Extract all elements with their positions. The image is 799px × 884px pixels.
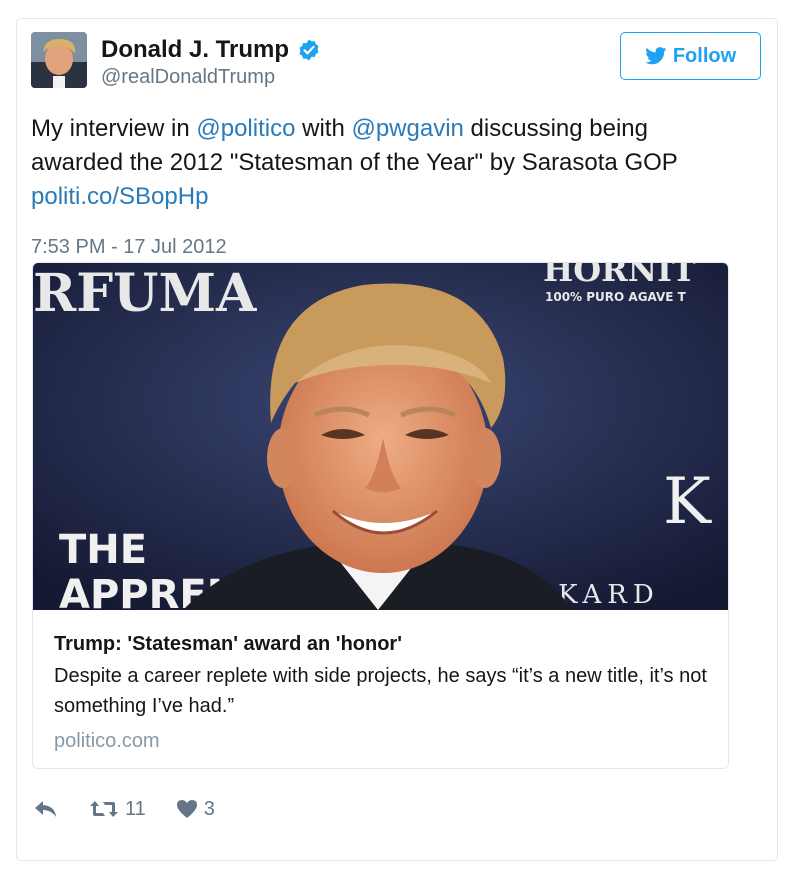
follow-button-label: Follow <box>672 44 737 67</box>
preview-title[interactable]: Trump: 'Statesman' award an 'honor' <box>54 631 714 657</box>
tweet-link[interactable]: politi.co/SBopHp <box>31 183 208 210</box>
preview-description: Despite a career replete with side proje… <box>54 665 707 717</box>
reply-icon <box>35 801 56 817</box>
tweet-timestamp[interactable]: 7:53 PM - 17 Jul 2012 <box>31 236 227 259</box>
display-name[interactable]: Donald J. Trump <box>101 36 289 64</box>
mention-pwgavin[interactable]: @pwgavin <box>351 115 463 142</box>
preview-body: Trump: 'Statesman' award an 'honor' Desp… <box>54 631 714 755</box>
mention-politico[interactable]: @politico <box>196 115 295 142</box>
photo-text-perfumania: RFUMA <box>33 263 257 324</box>
user-handle[interactable]: @realDonaldTrump <box>101 66 321 89</box>
tweet-text-part: with <box>295 115 352 142</box>
retweet-count: 11 <box>125 797 146 820</box>
preview-photo[interactable]: RFUMA HORNIT 100% PURO AGAVE T THE APPRE… <box>33 263 728 610</box>
like-button[interactable]: 3 <box>176 798 215 821</box>
retweet-button[interactable]: 11 <box>89 798 146 821</box>
like-count: 3 <box>203 797 215 820</box>
tweet-text: My interview in @politico with @pwgavin … <box>31 112 731 214</box>
link-preview-card[interactable]: RFUMA HORNIT 100% PURO AGAVE T THE APPRE… <box>32 262 729 769</box>
photo-text-hornitos: HORNIT <box>543 263 696 289</box>
photo-text-the: THE <box>59 527 147 573</box>
tweet-header: Donald J. Trump @realDonaldTrump Follow <box>31 32 761 89</box>
heart-icon <box>176 800 197 818</box>
tweet-text-part: My interview in <box>31 115 197 142</box>
reply-button[interactable] <box>33 799 59 819</box>
photo-logo-k: K <box>663 465 712 539</box>
bird-icon <box>645 47 667 65</box>
photo-text-agave: 100% PURO AGAVE T <box>545 290 687 304</box>
verified-badge-icon <box>299 39 319 61</box>
preview-domain: politico.com <box>54 730 160 752</box>
tweet-actions: 11 3 <box>33 794 215 824</box>
follow-button[interactable]: Follow <box>620 32 761 80</box>
retweet-icon <box>90 801 118 817</box>
avatar[interactable] <box>31 32 87 88</box>
